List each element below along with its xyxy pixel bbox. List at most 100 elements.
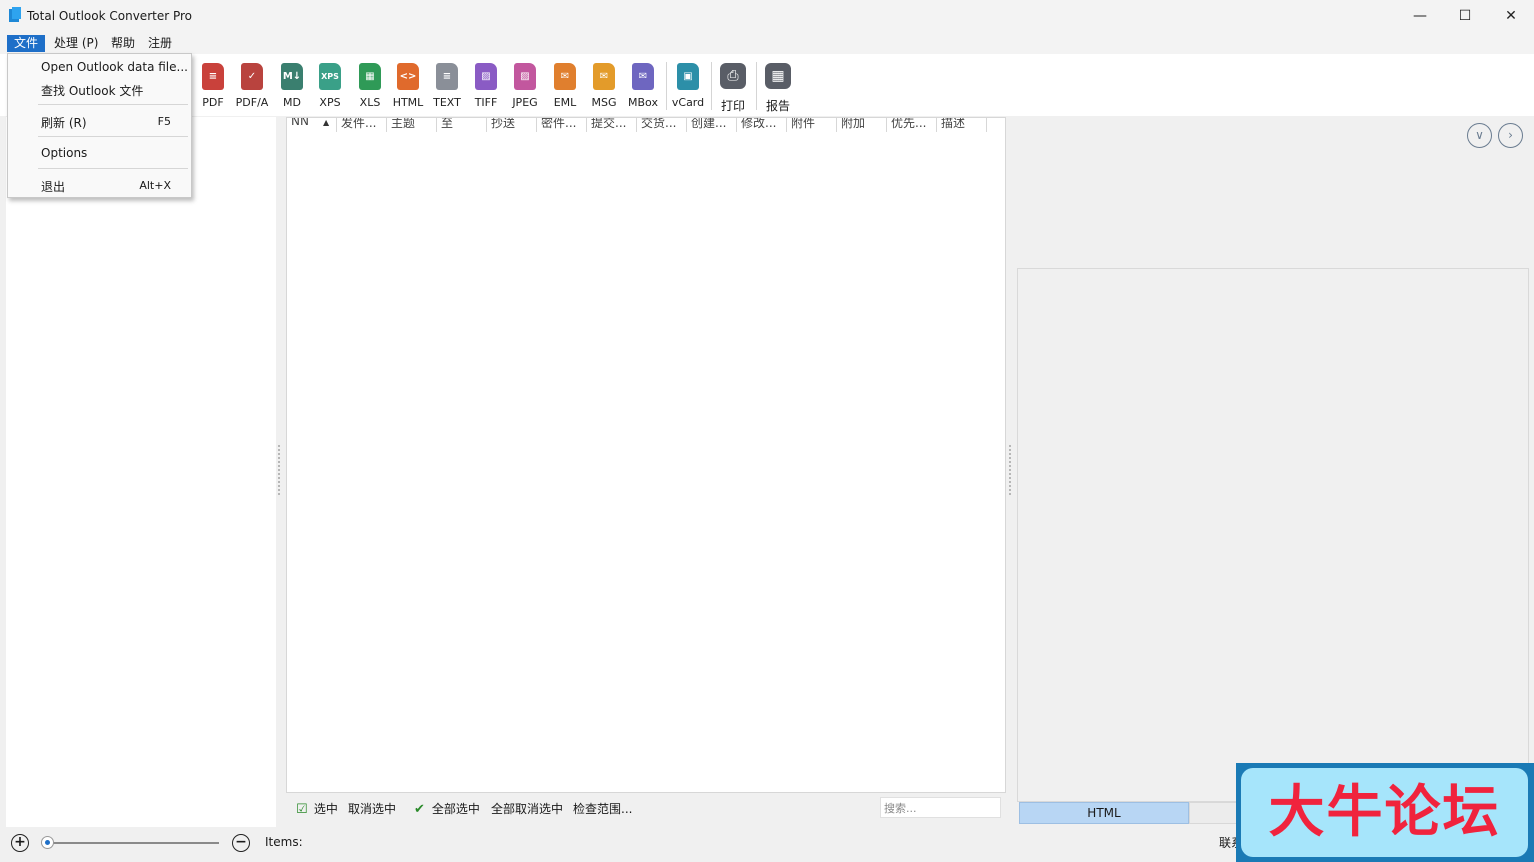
export-pdf-button[interactable]: ≡ PDF — [194, 63, 232, 115]
export-html-button[interactable]: <> HTML — [389, 63, 427, 115]
column-submitted[interactable]: 提交... — [587, 118, 637, 132]
jpeg-icon: ▨ — [514, 63, 536, 90]
column-subject[interactable]: 主题 — [387, 118, 437, 132]
menu-exit[interactable]: 退出 Alt+X — [8, 174, 191, 196]
export-pdfa-button[interactable]: ✓ PDF/A — [233, 63, 271, 115]
toolbar-separator — [666, 62, 667, 110]
column-description[interactable]: 描述 — [937, 118, 987, 132]
export-jpeg-button[interactable]: ▨ JPEG — [506, 63, 544, 115]
mbox-icon: ✉ — [632, 63, 654, 90]
sort-ascending-icon: ▲ — [323, 118, 330, 127]
grid-header: NN ▲ 发件... 主题 至 抄送 密件... 提交... 交货... 创建.… — [287, 118, 1005, 132]
toolbar-label: EML — [553, 96, 577, 109]
printer-icon: ⎙ — [720, 63, 746, 89]
grid-footer: ☑ 选中 取消选中 ✔ 全部选中 全部取消选中 检查范围... 搜索... — [286, 794, 1006, 822]
left-splitter[interactable] — [278, 445, 280, 495]
select-all-button[interactable]: ✔ 全部选中 — [414, 800, 480, 817]
toolbar-label: XPS — [319, 96, 341, 109]
toolbar-label: MBox — [628, 96, 658, 109]
pdf-icon: ≡ — [202, 63, 224, 90]
preview-pane — [1017, 268, 1529, 802]
menu-options[interactable]: Options — [8, 142, 191, 164]
folder-tree-pane[interactable] — [6, 117, 276, 827]
deselect-button[interactable]: 取消选中 — [348, 800, 396, 817]
select-label: 选中 — [313, 802, 338, 816]
close-button[interactable]: ✕ — [1488, 0, 1534, 32]
window-title: Total Outlook Converter Pro — [27, 9, 192, 23]
menu-options-label: Options — [41, 146, 88, 160]
column-nn[interactable]: NN — [287, 118, 337, 132]
export-xps-button[interactable]: XPS XPS — [311, 63, 349, 115]
toolbar-label: HTML — [392, 96, 424, 109]
watermark-badge: 大牛论坛 — [1236, 763, 1534, 862]
menu-process[interactable]: 处理 (P) — [47, 35, 105, 52]
html-icon: <> — [397, 63, 419, 90]
menu-register[interactable]: 注册 — [141, 35, 179, 52]
export-text-button[interactable]: ≡ TEXT — [428, 63, 466, 115]
excel-icon: ▦ — [359, 63, 381, 90]
minimize-button[interactable]: — — [1397, 0, 1443, 32]
menu-separator — [38, 168, 188, 169]
toolbar-label: XLS — [359, 96, 381, 109]
double-check-icon: ✔ — [414, 802, 425, 817]
column-delivered[interactable]: 交货... — [637, 118, 687, 132]
export-vcard-button[interactable]: ▣ vCard — [669, 63, 707, 115]
select-button[interactable]: ☑ 选中 — [296, 800, 338, 817]
export-eml-button[interactable]: ✉ EML — [546, 63, 584, 115]
column-modified[interactable]: 修改... — [737, 118, 787, 132]
print-label: 打印 — [720, 99, 745, 113]
column-to[interactable]: 至 — [437, 118, 487, 132]
check-range-button[interactable]: 检查范围... — [573, 800, 632, 817]
report-table-icon: ▦ — [765, 63, 791, 89]
search-input[interactable]: 搜索... — [880, 797, 1001, 818]
column-created[interactable]: 创建... — [687, 118, 737, 132]
toolbar-label: TIFF — [474, 96, 498, 109]
maximize-button[interactable]: ☐ — [1442, 0, 1488, 32]
column-bcc[interactable]: 密件... — [537, 118, 587, 132]
column-priority[interactable]: 优先... — [887, 118, 937, 132]
toolbar-label: TEXT — [433, 96, 461, 109]
right-splitter[interactable] — [1009, 445, 1011, 495]
toolbar-label: PDF/A — [235, 96, 269, 109]
preview-header: ∨ › — [1016, 117, 1534, 267]
tab-html[interactable]: HTML — [1019, 802, 1189, 824]
toolbar-label: PDF — [202, 96, 224, 109]
menu-open-data-file[interactable]: Open Outlook data file... — [8, 56, 191, 78]
deselect-all-button[interactable]: 全部取消选中 — [491, 800, 563, 817]
toolbar-label: MD — [283, 96, 301, 109]
export-msg-button[interactable]: ✉ MSG — [585, 63, 623, 115]
export-xls-button[interactable]: ▦ XLS — [351, 63, 389, 115]
menu-find-outlook-files[interactable]: 查找 Outlook 文件 — [8, 78, 191, 100]
toolbar-label: vCard — [671, 96, 705, 109]
column-attached[interactable]: 附加 — [837, 118, 887, 132]
menu-find-label: 查找 Outlook 文件 — [41, 84, 144, 98]
export-md-button[interactable]: M↓ MD — [273, 63, 311, 115]
xps-icon: XPS — [319, 63, 341, 90]
zoom-in-icon[interactable]: + — [11, 834, 29, 852]
menu-exit-label: 退出 — [41, 180, 66, 194]
menu-refresh-shortcut: F5 — [157, 115, 171, 128]
menu-separator — [38, 104, 188, 105]
print-button[interactable]: ⎙ 打印 — [714, 63, 752, 115]
menu-bar: 文件 处理 (P) 帮助 注册 — [0, 32, 1534, 54]
menu-refresh[interactable]: 刷新 (R) F5 — [8, 110, 191, 132]
zoom-out-icon[interactable]: − — [232, 834, 250, 852]
tab-other[interactable] — [1189, 802, 1239, 824]
chevron-down-icon[interactable]: ∨ — [1467, 123, 1492, 148]
report-button[interactable]: ▦ 报告 — [759, 63, 797, 115]
zoom-slider-thumb[interactable] — [41, 836, 54, 849]
export-mbox-button[interactable]: ✉ MBox — [624, 63, 662, 115]
column-cc[interactable]: 抄送 — [487, 118, 537, 132]
toolbar: ≡ PDF ✓ PDF/A M↓ MD XPS XPS ▦ XLS <> HTM… — [0, 54, 1534, 116]
column-from[interactable]: 发件... — [337, 118, 387, 132]
app-logo-icon — [9, 7, 21, 22]
column-attachment[interactable]: 附件 — [787, 118, 837, 132]
toolbar-separator — [711, 62, 712, 110]
chevron-right-icon[interactable]: › — [1498, 123, 1523, 148]
menu-help[interactable]: 帮助 — [104, 35, 142, 52]
menu-file[interactable]: 文件 — [7, 35, 46, 52]
zoom-slider[interactable] — [44, 842, 219, 844]
export-tiff-button[interactable]: ▨ TIFF — [467, 63, 505, 115]
tiff-icon: ▨ — [475, 63, 497, 90]
message-grid[interactable]: NN ▲ 发件... 主题 至 抄送 密件... 提交... 交货... 创建.… — [286, 117, 1006, 793]
